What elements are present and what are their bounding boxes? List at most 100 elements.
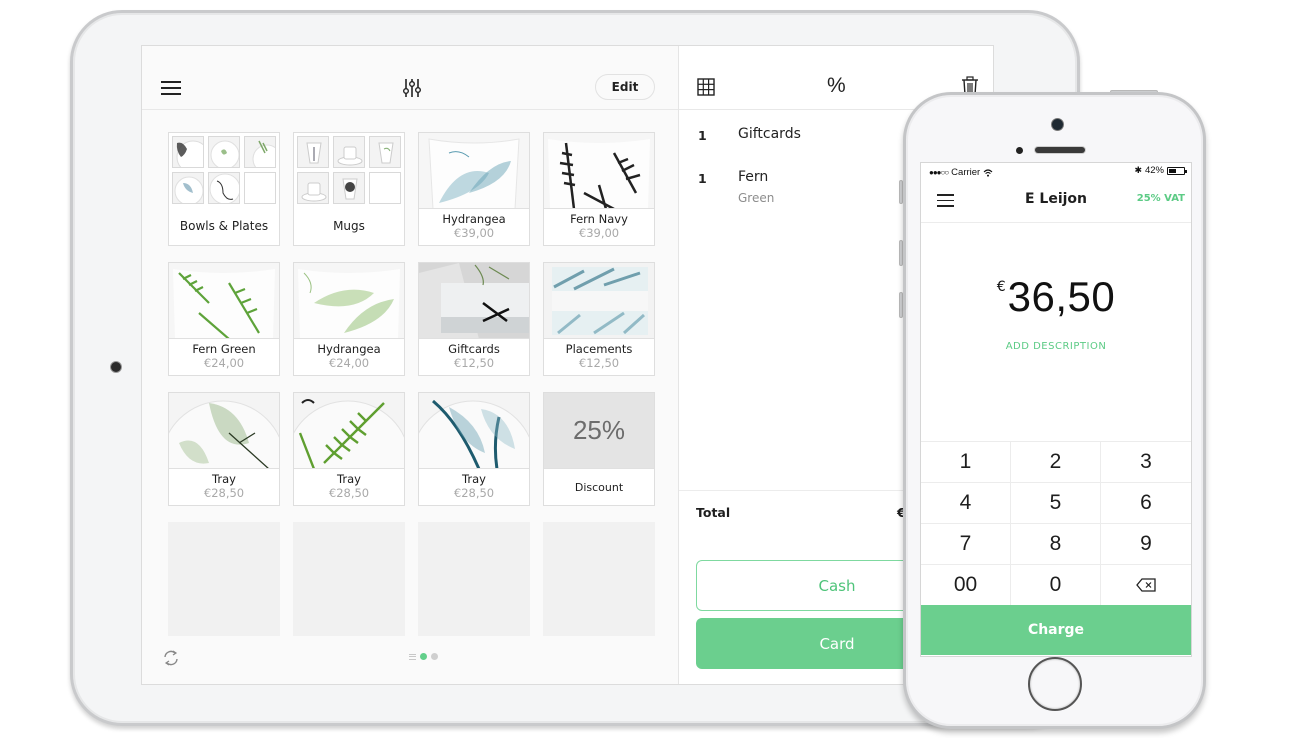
backspace-icon [1136,578,1156,592]
product-image-green-fern-tray [294,393,404,469]
tile-name: Giftcards [448,342,500,356]
menu-icon[interactable] [937,194,954,207]
tile-price: €24,00 [328,356,370,370]
ipad-camera [111,362,121,372]
discount-tile[interactable]: 25% Discount [543,392,655,506]
product-image-green-leaf-tray [169,393,279,469]
product-image-black-fern-pillow [544,133,654,209]
home-button[interactable] [1028,657,1082,711]
list-view-icon[interactable] [409,653,416,660]
backspace-key[interactable] [1101,565,1191,606]
table-grid-icon[interactable] [697,78,715,96]
thumbnail-mug [333,172,365,204]
bluetooth-icon: ✱ [1134,165,1142,175]
thumbnail-mug [297,136,329,168]
filter-sliders-icon[interactable] [401,77,423,99]
key-6[interactable]: 6 [1101,483,1191,524]
empty-tile-slot [543,522,655,636]
tile-price: €28,50 [328,486,370,500]
tile-price: €28,50 [453,486,495,500]
tile-name: Fern Green [192,342,256,356]
category-thumbnails [294,133,404,209]
thumbnail-bowl [172,172,204,204]
tile-name: Mugs [333,219,365,233]
product-tile-hydrangea-blue[interactable]: Hydrangea €39,00 [418,132,530,246]
tile-price: €12,50 [578,356,620,370]
charge-button[interactable]: Charge [921,605,1191,655]
thumbnail-plate [208,136,240,168]
tile-name: Discount [574,481,624,494]
vat-selector[interactable]: 25% VAT [1137,193,1185,204]
iphone-screen: ●●●○○ Carrier ✱ 42% E Leijon 25% VAT €36… [920,162,1192,657]
empty-tile-slot [168,522,280,636]
product-image-blue-leaf-tray [419,393,529,469]
product-tile-tray-green-leaf[interactable]: Tray €28,50 [168,392,280,506]
discount-swatch: 25% [544,393,654,469]
product-tile-placements[interactable]: Placements €12,50 [543,262,655,376]
currency-symbol: € [996,279,1006,295]
product-image-giftcard [419,263,529,339]
tile-name: Bowls & Plates [179,219,269,233]
tile-price: €24,00 [203,356,245,370]
discount-percent-icon[interactable]: % [827,74,846,98]
tile-price: €39,00 [453,226,495,240]
empty-tile-slot [293,522,405,636]
tile-name: Hydrangea [442,212,506,226]
product-tile-fern-green[interactable]: Fern Green €24,00 [168,262,280,376]
item-quantity: 1 [698,171,707,186]
product-tile-tray-green-fern[interactable]: Tray €28,50 [293,392,405,506]
key-9[interactable]: 9 [1101,524,1191,565]
battery-icon [1167,166,1187,175]
page-indicator [409,653,438,660]
thumbnail-empty [369,172,401,204]
product-image-blue-placemat [544,263,654,339]
battery-percent: 42% [1144,165,1164,176]
product-tile-hydrangea-green[interactable]: Hydrangea €24,00 [293,262,405,376]
menu-icon[interactable] [161,81,181,95]
tile-name: Fern Navy [570,212,628,226]
library-header: Edit [142,66,678,110]
key-7[interactable]: 7 [921,524,1011,565]
total-label: Total [696,505,731,520]
item-quantity: 1 [698,128,707,143]
product-image-blue-leaf-pillow [419,133,529,209]
key-0[interactable]: 0 [1011,565,1101,606]
amount-value: 36,50 [1007,273,1116,320]
item-title: Fern [738,169,769,185]
tile-name: Tray [212,472,236,486]
refresh-icon[interactable] [161,648,181,668]
amount-display: €36,50 [921,273,1191,321]
key-4[interactable]: 4 [921,483,1011,524]
add-description-link[interactable]: ADD DESCRIPTION [921,341,1191,352]
ipad-screen: ●●●○○ Carrier 9:41 AM ✱ 42% Edit [141,45,994,685]
page-dot-2[interactable] [431,653,438,660]
key-8[interactable]: 8 [1011,524,1101,565]
category-tile-bowls-plates[interactable]: Bowls & Plates [168,132,280,246]
tile-price: €12,50 [453,356,495,370]
thumbnail-mug [369,136,401,168]
product-tile-giftcards[interactable]: Giftcards €12,50 [418,262,530,376]
thumbnail-plate [244,136,276,168]
page-dot-1-active[interactable] [420,653,427,660]
iphone-status-bar: ●●●○○ Carrier ✱ 42% [921,163,1191,181]
key-00[interactable]: 00 [921,565,1011,606]
thumbnail-cup [297,172,329,204]
thumbnail-empty [244,172,276,204]
item-title: Giftcards [738,126,801,142]
product-tile-tray-blue-leaf[interactable]: Tray €28,50 [418,392,530,506]
discount-value: 25% [572,415,626,445]
product-tile-fern-navy[interactable]: Fern Navy €39,00 [543,132,655,246]
product-grid: Bowls & Plates Mugs Hydrangea €39,00 Fer… [168,132,656,636]
key-3[interactable]: 3 [1101,442,1191,483]
key-1[interactable]: 1 [921,442,1011,483]
key-2[interactable]: 2 [1011,442,1101,483]
key-5[interactable]: 5 [1011,483,1101,524]
tile-name: Tray [462,472,486,486]
tile-name: Tray [337,472,361,486]
category-thumbnails [169,133,279,209]
tile-name: Hydrangea [317,342,381,356]
carrier-label: Carrier [951,167,981,178]
category-tile-mugs[interactable]: Mugs [293,132,405,246]
edit-button[interactable]: Edit [595,74,655,100]
tile-price: €39,00 [578,226,620,240]
